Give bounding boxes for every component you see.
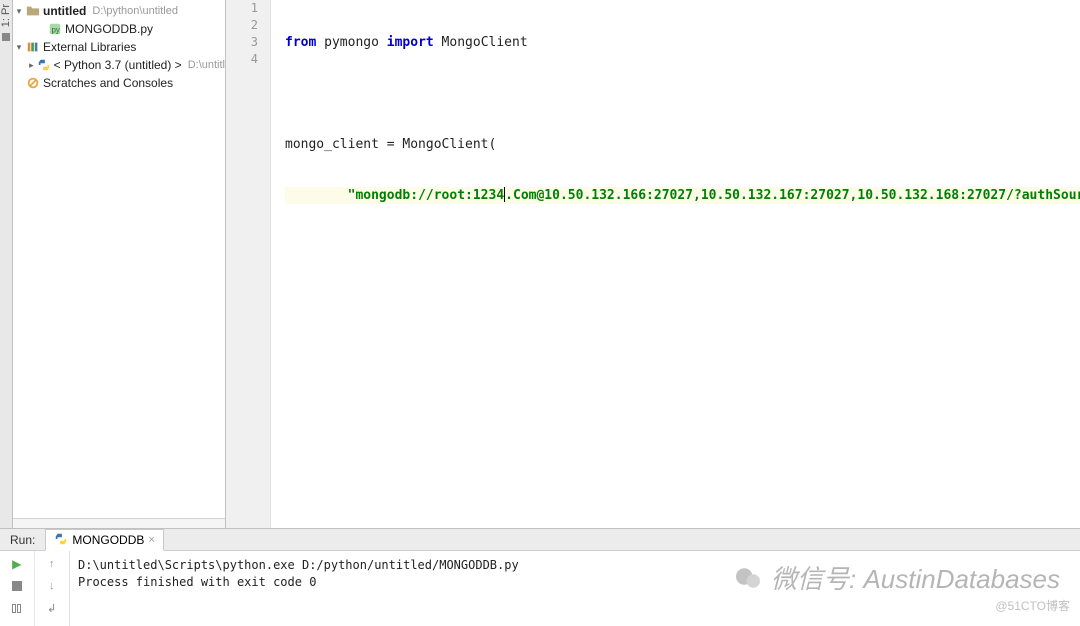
run-body: ▶ ↑ ↓ ↲ D:\untitled\Scripts\python.exe D… bbox=[0, 551, 1080, 626]
run-output[interactable]: D:\untitled\Scripts\python.exe D:/python… bbox=[70, 551, 1080, 626]
project-tree[interactable]: ▾ untitled D:\python\untitled py MONGODD… bbox=[13, 0, 225, 518]
close-icon[interactable]: × bbox=[148, 534, 154, 546]
python-icon bbox=[37, 58, 52, 72]
line-number: 1 bbox=[226, 0, 258, 17]
run-tab-bar: Run: MONGODDB × bbox=[0, 529, 1080, 551]
line-number: 2 bbox=[226, 17, 258, 34]
folder-icon bbox=[25, 4, 41, 18]
project-sidebar: ▾ untitled D:\python\untitled py MONGODD… bbox=[13, 0, 226, 528]
tree-scratches[interactable]: Scratches and Consoles bbox=[13, 74, 225, 92]
output-line: Process finished with exit code 0 bbox=[78, 574, 1072, 591]
rerun-button[interactable]: ▶ bbox=[7, 555, 27, 573]
tree-root-path: D:\python\untitled bbox=[86, 5, 178, 17]
code-line: "mongodb://root:1234.Com@10.50.132.166:2… bbox=[285, 187, 1080, 204]
project-tool-label: 1: Pr bbox=[0, 2, 12, 29]
tree-file[interactable]: py MONGODDB.py bbox=[13, 20, 225, 38]
code-line: from pymongo import MongoClient bbox=[285, 34, 1080, 51]
soft-wrap-button[interactable]: ↲ bbox=[42, 599, 62, 617]
tree-python-env[interactable]: ▸ < Python 3.7 (untitled) > D:\untitl bbox=[13, 56, 225, 74]
structure-tool-icon[interactable] bbox=[2, 33, 10, 41]
tree-root-label: untitled bbox=[41, 4, 86, 18]
external-libraries-icon bbox=[25, 40, 41, 54]
run-tool-window: Run: MONGODDB × ▶ ↑ ↓ ↲ D:\untitled\Scri… bbox=[0, 528, 1080, 626]
code-line bbox=[285, 85, 1080, 102]
tree-root[interactable]: ▾ untitled D:\python\untitled bbox=[13, 2, 225, 20]
python-file-icon: py bbox=[47, 22, 63, 36]
tree-python-env-label: < Python 3.7 (untitled) > bbox=[52, 58, 182, 72]
run-tab[interactable]: MONGODDB × bbox=[45, 529, 163, 551]
tree-ext-lib-label: External Libraries bbox=[41, 40, 136, 54]
layout-button[interactable] bbox=[7, 599, 27, 617]
up-button[interactable]: ↑ bbox=[42, 555, 62, 573]
editor-gutter: 1 2 3 4 bbox=[226, 0, 271, 528]
svg-text:py: py bbox=[52, 26, 60, 35]
tree-ext-lib[interactable]: ▾ External Libraries bbox=[13, 38, 225, 56]
run-tab-label: MONGODDB bbox=[72, 533, 144, 547]
editor-content[interactable]: from pymongo import MongoClient mongo_cl… bbox=[271, 0, 1080, 528]
scratches-icon bbox=[25, 76, 41, 90]
run-toolbar: ▶ ↑ ↓ ↲ bbox=[0, 551, 70, 626]
run-label: Run: bbox=[4, 533, 45, 547]
chevron-down-icon[interactable]: ▾ bbox=[13, 6, 25, 17]
project-tool-strip[interactable]: 1: Pr bbox=[0, 0, 13, 528]
code-editor[interactable]: 1 2 3 4 from pymongo import MongoClient … bbox=[226, 0, 1080, 528]
tree-python-env-hint: D:\untitl bbox=[182, 59, 225, 71]
stop-button[interactable] bbox=[7, 577, 27, 595]
output-line: D:\untitled\Scripts\python.exe D:/python… bbox=[78, 557, 1072, 574]
down-button[interactable]: ↓ bbox=[42, 577, 62, 595]
chevron-right-icon[interactable]: ▸ bbox=[26, 60, 37, 71]
sidebar-resize-handle[interactable] bbox=[13, 518, 225, 528]
chevron-down-icon[interactable]: ▾ bbox=[13, 42, 25, 53]
line-number: 3 bbox=[226, 34, 258, 51]
tree-scratches-label: Scratches and Consoles bbox=[41, 76, 173, 90]
code-line: mongo_client = MongoClient( bbox=[285, 136, 1080, 153]
tree-file-label: MONGODDB.py bbox=[63, 22, 153, 36]
line-number: 4 bbox=[226, 51, 258, 68]
main-area: 1: Pr ▾ untitled D:\python\untitled py M… bbox=[0, 0, 1080, 528]
python-file-icon bbox=[54, 532, 68, 549]
